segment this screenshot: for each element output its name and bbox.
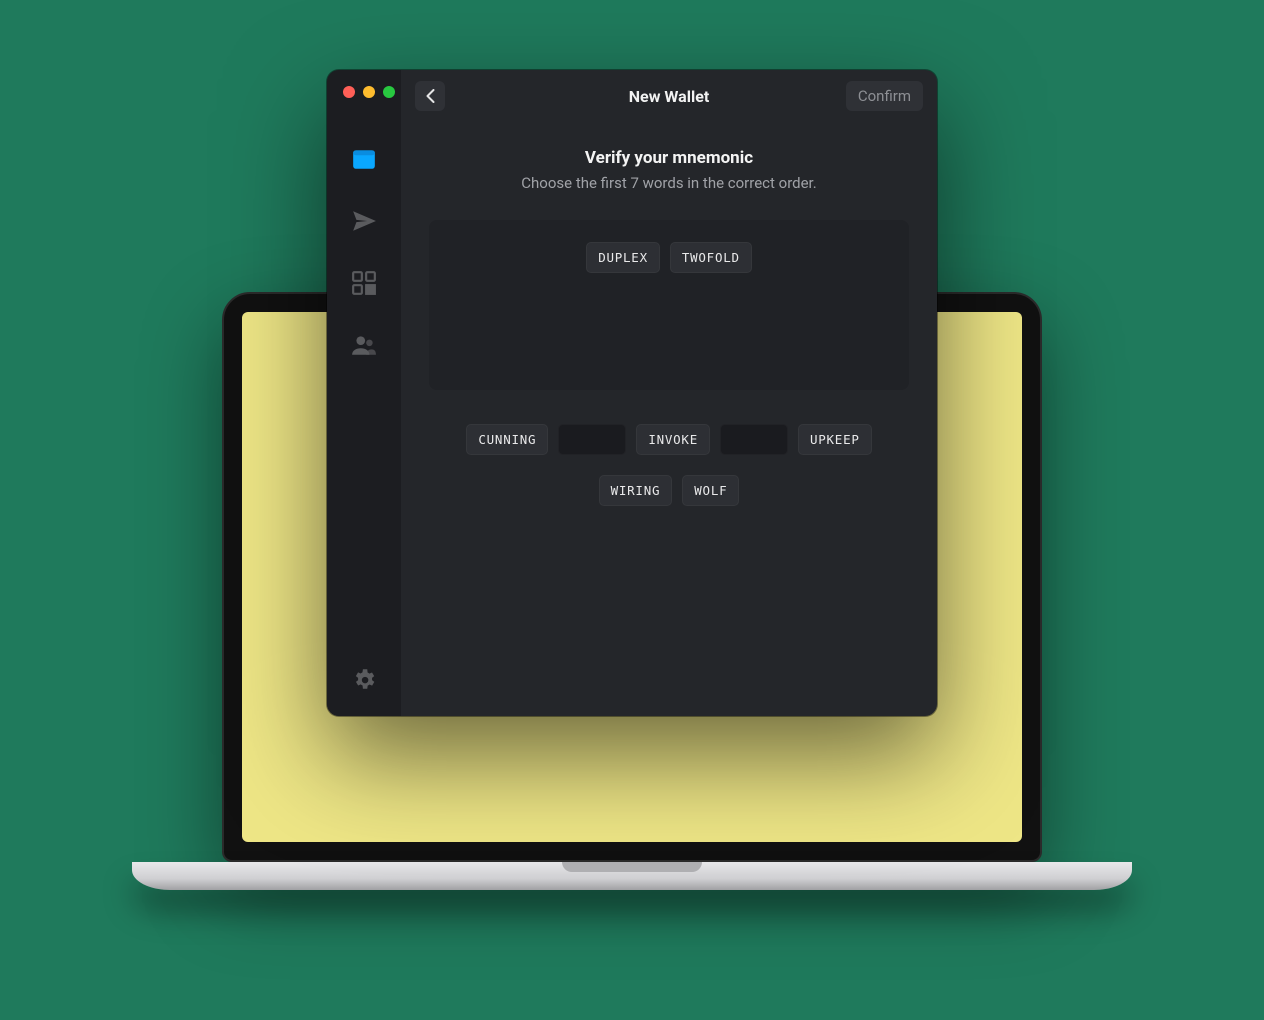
app-window: New Wallet Confirm Verify your mnemonic … <box>327 70 937 716</box>
selected-word-chip[interactable]: TWOFOLD <box>670 242 752 273</box>
pool-word-chip[interactable]: WOLF <box>682 475 739 506</box>
pool-word-chip[interactable]: WIRING <box>599 475 673 506</box>
contacts-icon[interactable] <box>351 332 377 358</box>
laptop-base <box>132 862 1132 890</box>
sidebar-nav <box>351 146 377 358</box>
verify-subtitle: Choose the first 7 words in the correct … <box>521 174 816 192</box>
minimize-icon[interactable] <box>363 86 375 98</box>
window-controls <box>343 86 395 98</box>
laptop-notch <box>562 862 702 872</box>
settings-icon[interactable] <box>351 666 377 692</box>
pool-word-slot-empty[interactable] <box>558 424 626 455</box>
verify-title: Verify your mnemonic <box>585 148 753 168</box>
pool-word-chip[interactable]: UPKEEP <box>798 424 872 455</box>
word-pool: CUNNING INVOKE UPKEEP WIRING WOLF <box>429 390 909 506</box>
page-title: New Wallet <box>629 87 709 106</box>
send-icon[interactable] <box>351 208 377 234</box>
header: New Wallet Confirm <box>401 70 937 122</box>
pool-word-chip[interactable]: CUNNING <box>466 424 548 455</box>
chevron-left-icon <box>426 89 435 103</box>
pool-word-slot-empty[interactable] <box>720 424 788 455</box>
qr-icon[interactable] <box>351 270 377 296</box>
back-button[interactable] <box>415 81 445 111</box>
close-icon[interactable] <box>343 86 355 98</box>
main-panel: New Wallet Confirm Verify your mnemonic … <box>401 70 937 716</box>
sidebar <box>327 70 401 716</box>
maximize-icon[interactable] <box>383 86 395 98</box>
selected-word-chip[interactable]: DUPLEX <box>586 242 660 273</box>
confirm-button[interactable]: Confirm <box>846 81 923 111</box>
selected-words-panel: DUPLEX TWOFOLD <box>429 220 909 390</box>
wallet-icon[interactable] <box>351 146 377 172</box>
pool-word-chip[interactable]: INVOKE <box>636 424 710 455</box>
content: Verify your mnemonic Choose the first 7 … <box>401 122 937 716</box>
